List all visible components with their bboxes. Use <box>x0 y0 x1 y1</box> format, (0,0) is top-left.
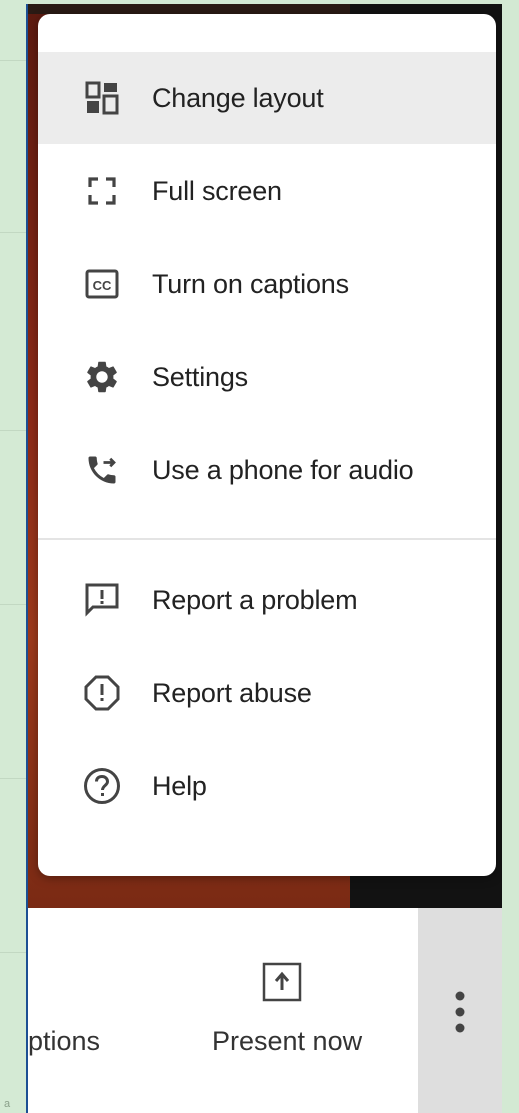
more-options-menu: Change layout Full screen CC Turn on cap… <box>38 14 496 876</box>
bottom-toolbar: ptions Present now <box>28 908 502 1113</box>
left-background <box>0 0 26 1113</box>
more-options-button[interactable] <box>418 908 502 1113</box>
right-background <box>500 0 519 1113</box>
menu-item-change-layout[interactable]: Change layout <box>38 52 496 144</box>
menu-item-help[interactable]: Help <box>38 740 496 832</box>
gear-icon <box>82 357 122 397</box>
menu-item-report-problem[interactable]: Report a problem <box>38 554 496 646</box>
captions-button-label[interactable]: ptions <box>28 1026 100 1057</box>
help-icon <box>82 766 122 806</box>
report-problem-icon <box>82 580 122 620</box>
corner-mark: a <box>4 1098 11 1110</box>
report-abuse-icon <box>82 673 122 713</box>
present-now-icon[interactable] <box>262 962 302 1002</box>
svg-text:CC: CC <box>93 278 112 293</box>
menu-item-label: Change layout <box>152 83 324 113</box>
menu-item-settings[interactable]: Settings <box>38 331 496 423</box>
menu-item-label: Settings <box>152 362 248 392</box>
captions-icon: CC <box>82 264 122 304</box>
menu-item-captions[interactable]: CC Turn on captions <box>38 238 496 330</box>
menu-divider <box>38 538 496 540</box>
menu-item-label: Turn on captions <box>152 269 349 299</box>
menu-item-label: Help <box>152 771 207 801</box>
full-screen-icon <box>82 171 122 211</box>
menu-item-label: Report a problem <box>152 585 358 615</box>
more-vert-icon <box>454 990 466 1034</box>
phone-audio-icon <box>82 450 122 490</box>
menu-item-label: Report abuse <box>152 678 312 708</box>
menu-item-full-screen[interactable]: Full screen <box>38 145 496 237</box>
menu-item-report-abuse[interactable]: Report abuse <box>38 647 496 739</box>
menu-item-label: Full screen <box>152 176 282 206</box>
menu-item-label: Use a phone for audio <box>152 455 414 485</box>
change-layout-icon <box>82 78 122 118</box>
meeting-window: Change layout Full screen CC Turn on cap… <box>26 4 502 1113</box>
present-now-button[interactable]: Present now <box>212 1026 362 1057</box>
menu-item-phone-audio[interactable]: Use a phone for audio <box>38 424 496 516</box>
